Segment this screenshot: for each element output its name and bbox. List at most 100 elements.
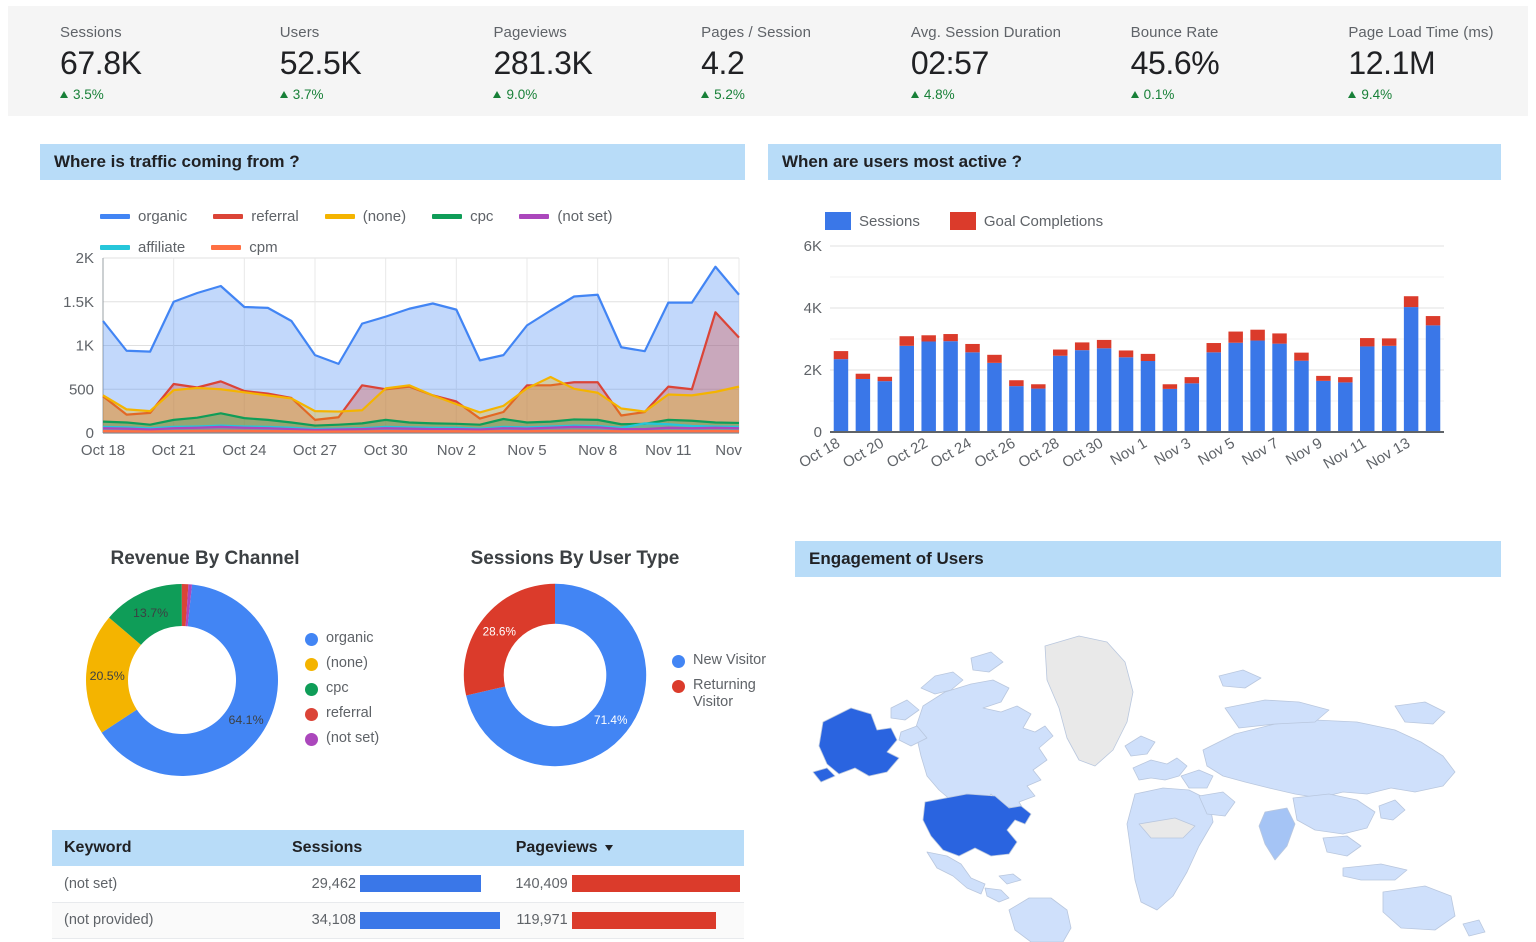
map-region-india[interactable] — [1258, 807, 1296, 861]
map-region-canada[interactable] — [914, 679, 1054, 813]
map-region-greenland[interactable] — [1044, 635, 1134, 767]
map-region-arctic-islands-3[interactable] — [890, 699, 920, 721]
bar-segment-goal-completions[interactable] — [1140, 353, 1156, 362]
bar-segment-sessions[interactable] — [1096, 348, 1112, 432]
legend-item-none[interactable]: (none) — [324, 208, 406, 225]
legend-item-sessions[interactable]: Sessions — [825, 212, 920, 230]
bar-segment-goal-completions[interactable] — [877, 376, 893, 382]
bar-segment-sessions[interactable] — [1184, 383, 1200, 432]
bar-segment-goal-completions[interactable] — [1272, 333, 1287, 344]
bar-segment-sessions[interactable] — [1206, 352, 1221, 432]
bar-segment-goal-completions[interactable] — [1360, 338, 1375, 347]
bar-segment-goal-completions[interactable] — [987, 354, 1002, 363]
sort-descending-icon[interactable] — [604, 844, 613, 851]
bar-segment-goal-completions[interactable] — [899, 336, 914, 346]
table-row[interactable]: (not set) 29,462 140,409 — [52, 866, 744, 903]
map-region-russia[interactable] — [1202, 719, 1456, 799]
bar-segment-goal-completions[interactable] — [833, 351, 849, 360]
bar-segment-sessions[interactable] — [1140, 361, 1156, 432]
legend-item-notset[interactable]: (not set) — [519, 208, 612, 225]
bar-segment-goal-completions[interactable] — [1250, 329, 1265, 341]
legend-item-organic[interactable]: organic — [305, 630, 379, 647]
bar-segment-sessions[interactable] — [987, 362, 1002, 432]
bar-segment-sessions[interactable] — [1272, 343, 1287, 432]
bar-segment-sessions[interactable] — [1338, 382, 1353, 432]
map-region-caribbean[interactable] — [998, 873, 1022, 885]
map-region-aleutians[interactable] — [812, 767, 836, 783]
legend-item-referral[interactable]: referral — [305, 705, 379, 722]
map-region-indonesia[interactable] — [1342, 863, 1408, 881]
legend-item-cpc[interactable]: cpc — [432, 208, 493, 225]
map-region-central-america[interactable] — [984, 887, 1010, 903]
bar-segment-sessions[interactable] — [1118, 357, 1134, 432]
bar-segment-sessions[interactable] — [1074, 350, 1090, 432]
map-region-arctic-islands-2[interactable] — [970, 651, 1004, 673]
bar-segment-sessions[interactable] — [1009, 386, 1024, 432]
bar-segment-sessions[interactable] — [965, 352, 980, 432]
legend-item-organic[interactable]: organic — [100, 208, 187, 225]
map-region-europe-east[interactable] — [1180, 769, 1214, 789]
bar-segment-goal-completions[interactable] — [921, 335, 936, 342]
bar-segment-goal-completions[interactable] — [1096, 339, 1112, 349]
map-region-china[interactable] — [1292, 793, 1376, 835]
traffic-source-area-chart[interactable]: 0 500 1K 1.5K 2K Oct 18 Oct 21 Oct 24 Oct 27 Oct … — [55, 250, 763, 467]
engagement-world-map[interactable] — [795, 580, 1501, 942]
bar-segment-sessions[interactable] — [1053, 355, 1068, 432]
keyword-table[interactable]: Keyword Sessions Pageviews (not set) 29,462… — [52, 830, 744, 939]
bar-segment-sessions[interactable] — [1403, 307, 1419, 432]
bar-segment-goal-completions[interactable] — [1316, 375, 1331, 381]
bar-segment-goal-completions[interactable] — [1338, 377, 1353, 383]
map-region-arctic-russia[interactable] — [1218, 669, 1262, 689]
bar-segment-goal-completions[interactable] — [1425, 316, 1441, 326]
bar-segment-goal-completions[interactable] — [1074, 342, 1090, 351]
map-region-scandinavia[interactable] — [1124, 735, 1156, 757]
bar-segment-sessions[interactable] — [1425, 325, 1441, 432]
bar-segment-goal-completions[interactable] — [1162, 384, 1178, 389]
map-region-japan[interactable] — [1378, 799, 1406, 821]
bar-segment-sessions[interactable] — [833, 359, 849, 432]
bar-segment-goal-completions[interactable] — [1118, 350, 1134, 358]
legend-item-cpc[interactable]: cpc — [305, 680, 379, 697]
table-header-sessions[interactable]: Sessions — [292, 830, 504, 866]
bar-segment-sessions[interactable] — [855, 378, 871, 432]
map-region-southeast-asia[interactable] — [1322, 835, 1362, 857]
table-header-pageviews[interactable]: Pageviews — [503, 830, 744, 866]
sessions-by-user-type-donut-chart[interactable]: 71.4% 28.6% — [460, 580, 650, 770]
user-activity-bar-chart[interactable]: 0 2K 4K 6K Oct 18 Oct 20 Oct 22 Oct 24 Oct 26 Oct… — [790, 238, 1450, 510]
bar-segment-sessions[interactable] — [943, 341, 958, 432]
bar-segment-goal-completions[interactable] — [965, 343, 980, 353]
bar-segment-goal-completions[interactable] — [1053, 349, 1068, 356]
table-row[interactable]: (not provided) 34,108 119,971 — [52, 902, 744, 939]
bar-segment-sessions[interactable] — [1250, 340, 1265, 432]
bar-segment-goal-completions[interactable] — [855, 373, 871, 379]
map-region-europe-west[interactable] — [1132, 757, 1188, 781]
bar-segment-sessions[interactable] — [1228, 342, 1243, 432]
map-region-mexico[interactable] — [926, 851, 986, 895]
donut-slice-ReturningVisitor[interactable] — [463, 583, 555, 696]
legend-item-returning-visitor[interactable]: Returning Visitor — [672, 677, 777, 711]
bar-segment-sessions[interactable] — [1360, 346, 1375, 432]
bar-segment-sessions[interactable] — [899, 345, 914, 432]
legend-item-none[interactable]: (none) — [305, 655, 379, 672]
bar-segment-goal-completions[interactable] — [1031, 384, 1046, 389]
map-region-alaska[interactable] — [818, 707, 900, 777]
map-region-siberia-east[interactable] — [1394, 701, 1446, 725]
legend-item-new-visitor[interactable]: New Visitor — [672, 652, 777, 669]
bar-segment-sessions[interactable] — [877, 381, 893, 432]
bar-segment-goal-completions[interactable] — [1009, 380, 1024, 387]
bar-segment-goal-completions[interactable] — [943, 334, 958, 342]
map-region-new-zealand[interactable] — [1462, 919, 1486, 937]
legend-item-goal-completions[interactable]: Goal Completions — [949, 212, 1103, 230]
legend-item-not-set[interactable]: (not set) — [305, 730, 379, 747]
legend-item-referral[interactable]: referral — [213, 208, 299, 225]
bar-segment-goal-completions[interactable] — [1184, 377, 1200, 384]
bar-segment-sessions[interactable] — [1381, 345, 1397, 432]
bar-segment-sessions[interactable] — [1031, 388, 1046, 432]
revenue-by-channel-donut-chart[interactable]: 64.1% 20.5% 13.7% — [82, 580, 282, 780]
bar-segment-sessions[interactable] — [1162, 388, 1178, 432]
map-region-africa[interactable] — [1126, 787, 1214, 911]
bar-segment-goal-completions[interactable] — [1206, 343, 1221, 353]
bar-segment-sessions[interactable] — [1316, 380, 1331, 432]
bar-segment-goal-completions[interactable] — [1403, 296, 1419, 308]
bar-segment-goal-completions[interactable] — [1381, 338, 1397, 346]
